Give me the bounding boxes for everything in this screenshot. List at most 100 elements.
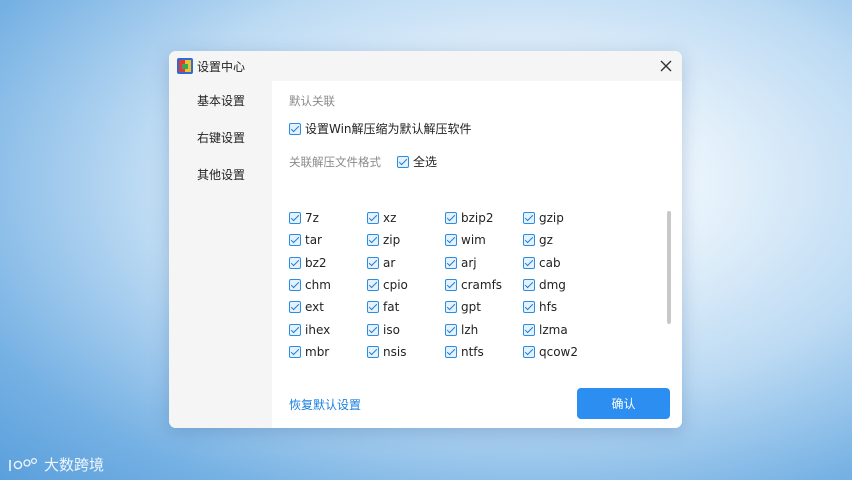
checkbox-checked-icon: [445, 212, 457, 225]
watermark-logo-icon: [9, 457, 38, 471]
checkbox-checked-icon: [367, 212, 379, 225]
format-checkbox-nsis[interactable]: nsis: [367, 341, 445, 363]
format-label: gpt: [461, 300, 481, 315]
format-checkbox-iso[interactable]: iso: [367, 318, 445, 340]
close-button[interactable]: [656, 56, 676, 76]
format-label: gz: [539, 233, 553, 248]
sidebar: 基本设置 右键设置 其他设置: [169, 81, 272, 428]
format-checkbox-ar[interactable]: ar: [367, 252, 445, 274]
format-checkbox-arj[interactable]: arj: [445, 252, 523, 274]
format-checkbox-qcow2[interactable]: qcow2: [523, 341, 601, 363]
format-checkbox-ntfs[interactable]: ntfs: [445, 341, 523, 363]
format-checkbox-gzip[interactable]: gzip: [523, 207, 601, 229]
format-label: hfs: [539, 300, 558, 315]
format-label: arj: [461, 255, 477, 270]
format-checkbox-rar[interactable]: rar: [289, 363, 367, 365]
checkbox-checked-icon: [445, 323, 457, 336]
format-checkbox-zip[interactable]: zip: [367, 229, 445, 251]
checkbox-checked-icon: [289, 122, 301, 135]
checkbox-checked-icon: [445, 301, 457, 314]
checkbox-checked-icon: [397, 155, 409, 168]
format-label: qcow2: [539, 344, 579, 359]
format-label: dmg: [539, 278, 566, 293]
checkbox-checked-icon: [445, 234, 457, 247]
checkbox-checked-icon: [445, 279, 457, 292]
settings-content: 默认关联 设置Win解压缩为默认解压软件 关联解压文件格式 全选 7z xz bzi…: [272, 81, 682, 428]
format-checkbox-squashfs[interactable]: squashfs: [445, 363, 523, 365]
checkbox-checked-icon: [523, 279, 535, 292]
format-checkbox-bzip2[interactable]: bzip2: [445, 207, 523, 229]
default-assoc-heading: 默认关联: [289, 94, 335, 108]
format-checkbox-dmg[interactable]: dmg: [523, 274, 601, 296]
checkbox-checked-icon: [367, 234, 379, 247]
format-checkbox-udf[interactable]: udf: [523, 363, 601, 365]
format-checkbox-gpt[interactable]: gpt: [445, 296, 523, 318]
format-checkbox-fat[interactable]: fat: [367, 296, 445, 318]
format-checkbox-wim[interactable]: wim: [445, 229, 523, 251]
format-label: mbr: [305, 344, 330, 359]
format-label: xz: [383, 211, 397, 226]
checkbox-checked-icon: [523, 345, 535, 358]
format-checkbox-xz[interactable]: xz: [367, 207, 445, 229]
checkbox-checked-icon: [367, 323, 379, 336]
format-checkbox-ext[interactable]: ext: [289, 296, 367, 318]
restore-defaults-link[interactable]: 恢复默认设置: [289, 396, 361, 413]
format-label: ext: [305, 300, 324, 315]
checkbox-checked-icon: [445, 256, 457, 269]
settings-dialog: 设置中心 基本设置 右键设置 其他设置 默认关联 设置Win解压缩为默认解压软件…: [169, 51, 682, 428]
checkbox-checked-icon: [289, 345, 301, 358]
window-title: 设置中心: [197, 60, 246, 74]
format-checkbox-tar[interactable]: tar: [289, 229, 367, 251]
format-checkbox-chm[interactable]: chm: [289, 274, 367, 296]
format-label: ntfs: [461, 344, 484, 359]
confirm-button[interactable]: 确认: [577, 388, 670, 419]
format-checkbox-rpm[interactable]: rpm: [367, 363, 445, 365]
format-checkbox-gz[interactable]: gz: [523, 229, 601, 251]
format-checkbox-lzma[interactable]: lzma: [523, 318, 601, 340]
formats-scrollbar[interactable]: [667, 211, 671, 324]
format-label: tar: [305, 233, 322, 248]
checkbox-checked-icon: [289, 234, 301, 247]
format-checkbox-hfs[interactable]: hfs: [523, 296, 601, 318]
checkbox-checked-icon: [289, 212, 301, 225]
sidebar-item-other[interactable]: 其他设置: [197, 166, 245, 183]
format-label: fat: [383, 300, 400, 315]
checkbox-checked-icon: [523, 212, 535, 225]
checkbox-checked-icon: [289, 301, 301, 314]
format-label: nsis: [383, 344, 407, 359]
format-label: iso: [383, 322, 400, 337]
default-app-label: 设置Win解压缩为默认解压软件: [305, 122, 472, 136]
format-checkbox-cab[interactable]: cab: [523, 252, 601, 274]
titlebar: 设置中心: [169, 51, 682, 81]
format-label: ar: [383, 255, 396, 270]
sidebar-item-basic[interactable]: 基本设置: [197, 92, 245, 109]
format-label: gzip: [539, 211, 564, 226]
checkbox-checked-icon: [523, 234, 535, 247]
format-checkbox-7z[interactable]: 7z: [289, 207, 367, 229]
close-icon: [660, 60, 672, 72]
format-checkbox-lzh[interactable]: lzh: [445, 318, 523, 340]
checkbox-checked-icon: [367, 256, 379, 269]
format-checkbox-cramfs[interactable]: cramfs: [445, 274, 523, 296]
checkbox-checked-icon: [289, 279, 301, 292]
checkbox-checked-icon: [523, 301, 535, 314]
format-label: cpio: [383, 278, 408, 293]
format-label: 7z: [305, 211, 319, 226]
checkbox-checked-icon: [445, 345, 457, 358]
format-checkbox-mbr[interactable]: mbr: [289, 341, 367, 363]
app-logo-icon: [177, 58, 193, 74]
checkbox-checked-icon: [523, 256, 535, 269]
format-checkbox-bz2[interactable]: bz2: [289, 252, 367, 274]
format-label: wim: [461, 233, 486, 248]
format-checkbox-cpio[interactable]: cpio: [367, 274, 445, 296]
checkbox-checked-icon: [367, 279, 379, 292]
sidebar-item-context-menu[interactable]: 右键设置: [197, 129, 245, 146]
select-all-label: 全选: [413, 155, 438, 169]
format-label: bz2: [305, 255, 327, 270]
format-label: ihex: [305, 322, 331, 337]
format-checkbox-ihex[interactable]: ihex: [289, 318, 367, 340]
default-app-checkbox[interactable]: 设置Win解压缩为默认解压软件: [289, 120, 472, 137]
select-all-checkbox[interactable]: 全选: [397, 153, 437, 170]
format-label: bzip2: [461, 211, 494, 226]
formats-grid: 7z xz bzip2 gzip tar zip wim gz bz2 ar arj cab chm cp…: [289, 207, 601, 365]
